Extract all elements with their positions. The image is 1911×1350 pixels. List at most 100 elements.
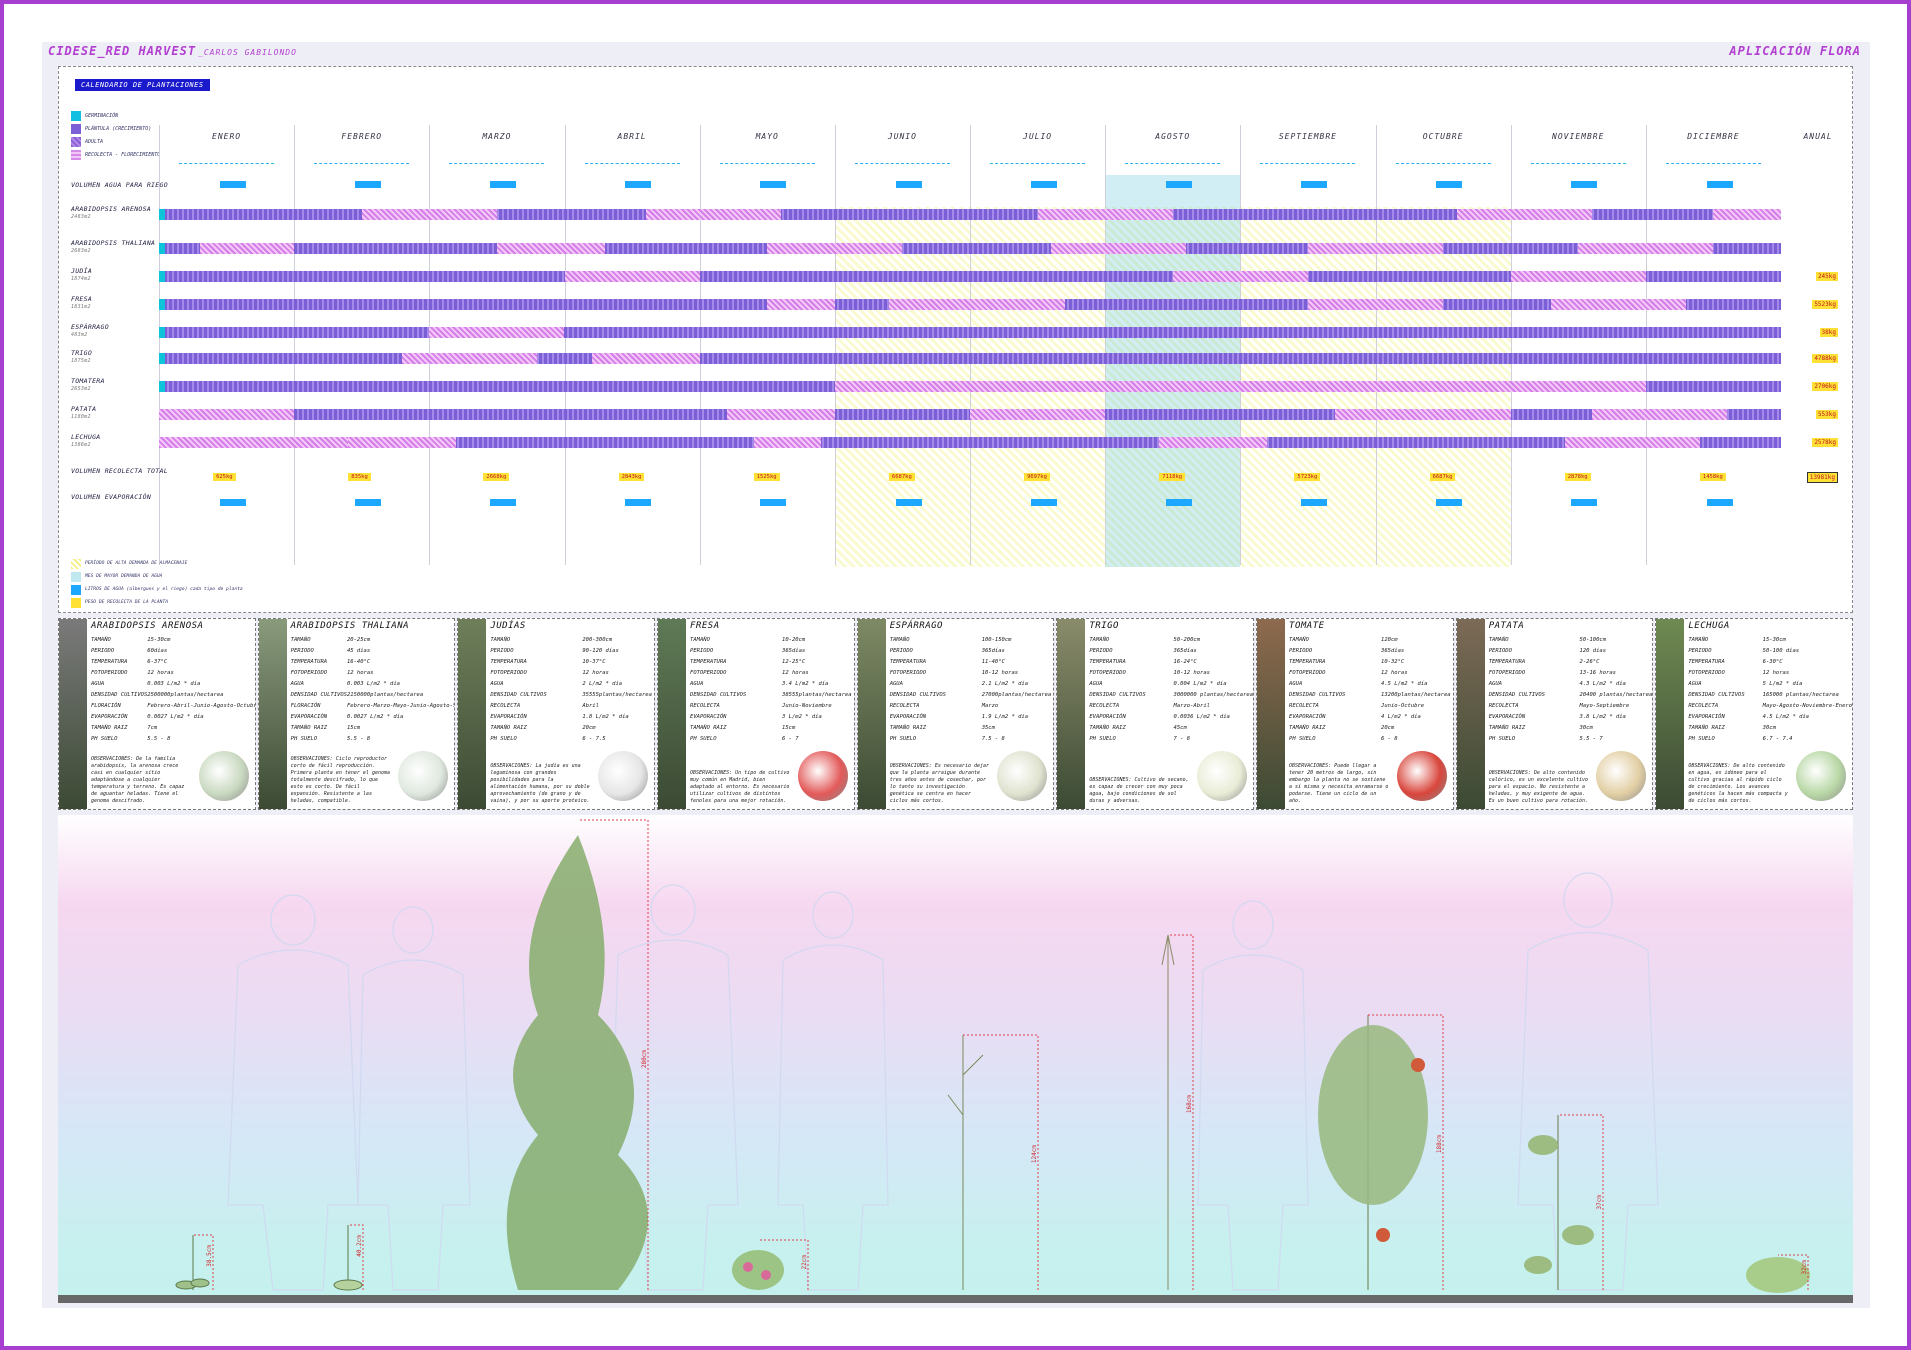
spec-row: TAMAÑO 50-100cm — [1489, 637, 1653, 648]
spec-key: FLORACIÓN — [91, 703, 121, 709]
month-divider — [159, 125, 160, 565]
spec-value: 7.5 - 8 — [981, 736, 1005, 742]
calendar-title: CALENDARIO DE PLANTACIONES — [75, 79, 210, 91]
irrigation-volume-tag — [895, 181, 922, 188]
spec-key: PERIODO — [889, 648, 913, 654]
spec-value: 3 L/m2 * día — [782, 714, 822, 720]
spec-row: PH SUELO 5.5 - 8 — [91, 736, 255, 747]
harvest-period — [1172, 271, 1308, 282]
spec-value: 15-30cm — [147, 637, 171, 643]
month-label: DICIEMBRE — [1687, 132, 1740, 141]
irrigation-line — [449, 163, 545, 164]
spec-key: PH SUELO — [1089, 736, 1116, 742]
spec-value: 5.5 - 8 — [346, 736, 371, 742]
spec-row: TAMAÑO 15-30cm — [91, 637, 255, 648]
spec-key: RECOLECTA — [889, 703, 920, 709]
spec-key: AGUA — [490, 681, 504, 687]
spec-value: Mayo-Septiembre — [1579, 703, 1630, 709]
spec-value: 15-30cm — [1762, 637, 1786, 643]
month-divider — [1510, 125, 1512, 565]
spec-key: TAMAÑO RAIZ — [290, 725, 328, 731]
spec-row: EVAPORACIÓN 4.5 L/m2 * día — [1688, 714, 1852, 725]
irrigation-volume-tag — [1301, 181, 1328, 188]
spec-value: 12-25°C — [782, 659, 806, 665]
spec-value: 5 L/m2 * día — [1762, 681, 1803, 687]
spec-value: 365días — [1173, 648, 1197, 654]
spec-value: 30cm — [1579, 725, 1593, 731]
spec-row: FLORACIÓN Febrero-Abril-Junio-Agosto-Octu… — [91, 703, 255, 714]
legend-water-liters: LITROS DE AGUA (albergues y el riego) ca… — [71, 583, 243, 596]
dimension-label: 37cm — [1596, 1195, 1603, 1210]
plant-observations: OBSERVACIONES: De alto contenido en agua… — [1688, 763, 1788, 804]
spec-row: TAMAÑO 50-200cm — [1089, 637, 1253, 648]
spec-value: 6 - 7.5 — [582, 736, 606, 742]
spec-key: PH SUELO — [690, 736, 717, 742]
spec-key: FOTOPERIODO — [1089, 670, 1126, 676]
spec-value: Junio-Noviembre — [782, 703, 832, 709]
adult-swatch — [71, 136, 81, 147]
spec-value: 0.0027 L/m2 * día — [346, 714, 404, 720]
row-name: LECHUGA — [71, 433, 101, 441]
spec-key: PERIODO — [1488, 648, 1512, 654]
spec-key: PERIODO — [1289, 648, 1313, 654]
asparagus-drawing — [947, 1035, 984, 1290]
spec-row: FOTOPERIODO 12 horas — [690, 670, 852, 681]
spec-value: 16-40°C — [346, 659, 371, 665]
person-figure — [1197, 900, 1309, 1291]
spec-row: FOTOPERIODO 10-12 horas — [890, 670, 1052, 681]
row-name: TRIGO — [71, 349, 93, 357]
spec-row: TEMPERATURA 12-25°C — [690, 659, 852, 670]
spec-value: 35555plantas/hectarea — [582, 692, 652, 698]
spec-key: TAMAÑO — [290, 637, 311, 643]
plant-card: JUDÍAS TAMAÑO 200-300cm PERIODO 90-120 días T… — [457, 618, 656, 810]
spec-key: RECOLECTA — [1289, 703, 1319, 709]
calendar-row-label: ESPÁRRAGO 483m2 — [71, 323, 109, 339]
spec-value: 10-20cm — [782, 637, 806, 643]
spec-key: TAMAÑO — [1089, 637, 1110, 643]
annual-harvest-value: 2706kg — [1812, 382, 1838, 391]
spec-row: DENSIDAD CULTIVOS 2500000plantas/hectarea — [91, 692, 255, 703]
spec-key: EVAPORACIÓN — [290, 714, 328, 720]
spec-row: TAMAÑO RAIZ 45cm — [1089, 725, 1253, 736]
irrigation-volume-tag — [760, 181, 787, 188]
annual-harvest-value: 2578kg — [1812, 438, 1838, 447]
spec-key: TEMPERATURA — [889, 659, 927, 665]
monthly-harvest-total: 6687kg — [888, 473, 915, 481]
monthly-harvest-total: 2668kg — [483, 473, 510, 481]
spec-row: PH SUELO 6 - 8 — [1289, 736, 1451, 747]
month-label: JULIO — [1023, 132, 1053, 141]
spec-row: AGUA 2 L/m2 * día — [490, 681, 652, 692]
spec-value: 0.0027 L/m2 * día — [147, 714, 204, 720]
spec-key: TEMPERATURA — [91, 659, 128, 665]
plant-photo — [458, 619, 487, 809]
spec-row: PH SUELO 5.5 - 7 — [1489, 736, 1653, 747]
irrigation-line — [1395, 163, 1491, 164]
germination-mark — [159, 299, 165, 310]
spec-value: 12 horas — [582, 670, 609, 676]
harvest-period — [1510, 271, 1646, 282]
spec-value: 27000plantas/hectarea — [981, 692, 1052, 698]
planting-calendar: CALENDARIO DE PLANTACIONES GERMINACIÓN P… — [58, 66, 1853, 613]
spec-row: TAMAÑO 15-30cm — [1688, 637, 1852, 648]
spec-key: TEMPERATURA — [290, 659, 328, 665]
spec-value: 6-30°C — [1762, 659, 1783, 665]
spec-key: FOTOPERIODO — [1289, 670, 1326, 676]
harvest-period — [767, 243, 903, 254]
plant-photo — [1257, 619, 1286, 809]
spec-key: TEMPERATURA — [490, 659, 527, 665]
spec-row: RECOLECTA Junio-Noviembre — [690, 703, 852, 714]
plant-illustration — [1396, 751, 1447, 801]
plant-spec-table: TAMAÑO 20-25cm PERIODO 45 días TEMPERATURA 16… — [290, 637, 455, 747]
spec-value: 35cm — [981, 725, 995, 731]
weight-swatch — [71, 597, 81, 608]
plant-illustration — [797, 751, 848, 801]
spec-value: 120 días — [1579, 648, 1607, 654]
annual-harvest-value: 4788kg — [1812, 354, 1838, 363]
spec-row: TAMAÑO RAIZ 15cm — [290, 725, 455, 736]
harvest-period — [199, 243, 295, 254]
plant-card: LECHUGA TAMAÑO 15-30cm PERIODO 50-100 días TE… — [1655, 618, 1854, 810]
spec-key: FOTOPERIODO — [490, 670, 527, 676]
month-label: ANUAL — [1803, 132, 1833, 141]
plant-drawings — [175, 835, 1810, 1293]
plant-card: PATATA TAMAÑO 50-100cm PERIODO 120 días TEMPE… — [1455, 618, 1654, 810]
